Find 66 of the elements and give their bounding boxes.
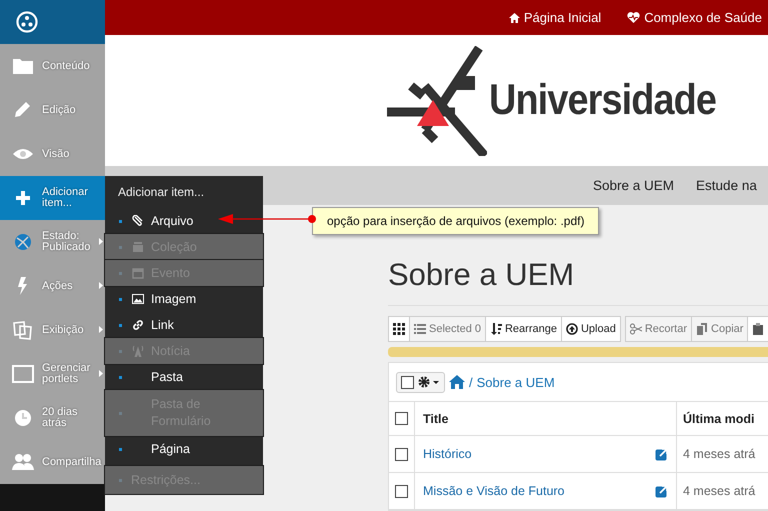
external-link-icon[interactable] [655,448,668,460]
list-icon [414,323,426,335]
nav-link[interactable]: Sobre a UEM [593,178,674,193]
page-title: Sobre a UEM [388,257,768,306]
item-link[interactable]: Histórico [423,447,472,461]
logo-icon[interactable] [16,11,38,33]
people-icon [12,452,34,472]
link-icon [132,319,144,331]
antenna-icon [132,345,144,357]
nav-link[interactable]: Estude na [696,178,757,193]
calendar-icon [132,267,144,279]
table-cell: 4 meses atrá [683,484,756,498]
upload-icon [566,323,578,335]
checkbox[interactable] [401,376,414,388]
home-icon[interactable] [449,375,465,389]
folder-icon [12,56,34,76]
logo-text: Universidade [489,76,716,125]
sidebar-item[interactable]: Adicionar item... [0,176,105,220]
gear-icon[interactable] [418,376,440,388]
toolbar-button[interactable] [747,316,768,342]
window-icon [12,364,34,384]
sidebar-item[interactable]: Visão [0,132,105,176]
sidebar-item[interactable]: Exibição [0,308,105,352]
column-header[interactable]: Última modi [683,412,755,426]
toolbar-button[interactable] [388,316,410,342]
sidebar-item[interactable]: Gerenciar portlets [0,352,105,396]
menu-title: Adicionar item... [117,184,206,201]
sidebar-item[interactable]: Compartilha [0,440,105,484]
top-link[interactable]: Complexo de Saúde [627,10,762,25]
globe-icon [12,232,34,252]
sort-icon [490,323,502,335]
sidebar-item[interactable]: 20 dias atrás [0,396,105,440]
toolbar-button[interactable]: Rearrange [484,316,562,342]
item-link[interactable]: Missão e Visão de Futuro [423,484,565,498]
scissors-icon [630,323,642,335]
menu-item[interactable]: Link [105,312,263,338]
select-menu[interactable] [396,372,445,392]
sidebar-item[interactable]: Estado: Publicado [0,220,105,264]
image-icon [132,293,144,305]
home-icon [508,12,520,22]
clipboard-icon [752,323,764,335]
top-link[interactable]: Página Inicial [508,10,602,25]
checkbox[interactable] [395,412,408,425]
menu-item[interactable]: Arquivo [105,208,263,234]
paperclip-icon [132,215,144,227]
annotation-callout: opção para inserção de arquivos (exemplo: .pdf) [312,207,600,235]
checkbox[interactable] [395,448,408,460]
table-cell: 4 meses atrá [683,447,756,461]
menu-item[interactable]: Página [105,436,263,462]
toolbar-button[interactable]: Upload [560,316,621,342]
grid-icon [393,323,405,335]
breadcrumb-link[interactable]: Sobre a UEM [476,374,555,390]
breadcrumb-separator: / [469,374,473,390]
sidebar-item[interactable]: Ações [0,264,105,308]
sidebar-item[interactable]: Conteúdo [0,44,105,88]
menu-item[interactable]: Pasta [105,364,263,390]
checkbox[interactable] [395,484,408,498]
copy-icon [696,323,708,335]
clock-icon [12,408,34,428]
menu-item[interactable]: Imagem [105,286,263,312]
column-header[interactable]: Title [423,412,448,426]
tray-icon [132,241,144,253]
sidebar-item[interactable]: Edição [0,88,105,132]
external-link-icon[interactable] [655,484,668,498]
cards-icon [12,320,34,340]
heart-icon [627,12,640,23]
